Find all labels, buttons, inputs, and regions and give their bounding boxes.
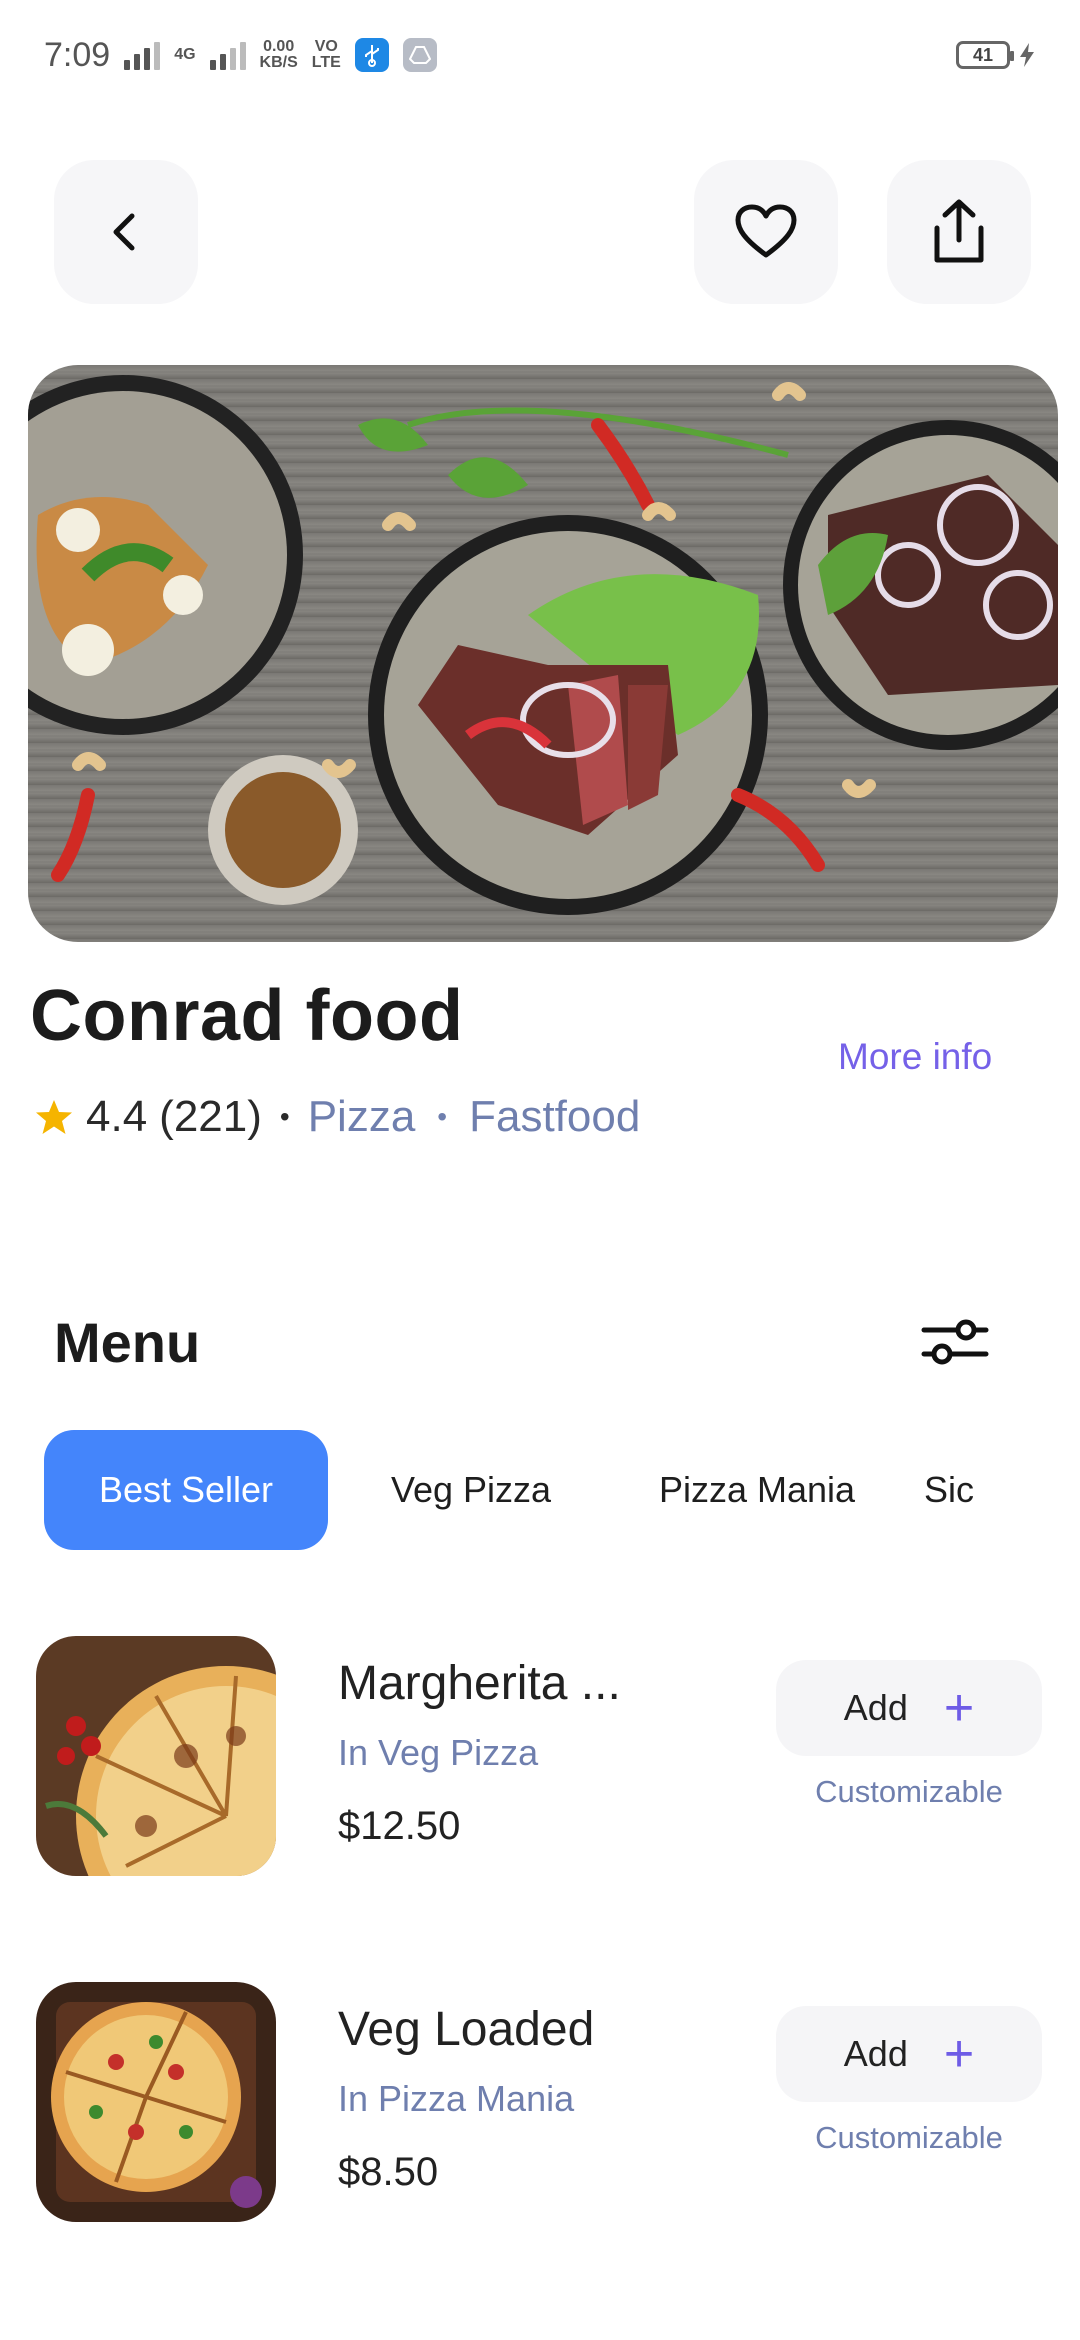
review-count: (221) [159, 1092, 262, 1141]
item-image-veg-loaded [36, 1982, 276, 2222]
item-category: In Veg Pizza [338, 1732, 539, 1773]
restaurant-hero-image [28, 365, 1058, 942]
more-info-link[interactable]: More info [838, 1036, 992, 1078]
favorite-button[interactable] [694, 160, 838, 304]
tab-sides[interactable]: Sic [900, 1430, 1080, 1550]
share-icon [934, 199, 984, 263]
item-price: $8.50 [338, 2150, 439, 2194]
meta-separator: • [279, 1101, 290, 1132]
heart-icon [735, 204, 797, 258]
tab-veg-pizza[interactable]: Veg Pizza [328, 1430, 614, 1550]
customizable-note: Customizable [815, 1774, 1003, 1809]
plus-icon: + [943, 1679, 975, 1737]
net-speed: 0.00 KB/S [260, 39, 298, 71]
battery-level: 41 [972, 44, 994, 65]
add-button[interactable]: Add + [776, 2006, 1042, 2102]
item-image-margherita [36, 1636, 276, 1876]
plus-icon: + [943, 2025, 975, 2083]
star-icon [36, 1100, 72, 1134]
item-category: In Pizza Mania [338, 2078, 575, 2119]
menu-item[interactable]: Margherita ... In Veg Pizza $12.50 Add +… [0, 1636, 1080, 1886]
item-price: $12.50 [338, 1804, 461, 1848]
net-speed-unit: KB/S [259, 54, 298, 71]
charging-icon [1020, 43, 1034, 67]
item-name: Veg Loaded [338, 2003, 595, 2056]
status-right: 41 [956, 41, 1036, 69]
menu-tabs: Best Seller Veg Pizza Pizza Mania Sic [44, 1430, 1080, 1550]
network-type: 4G [174, 46, 196, 63]
add-button[interactable]: Add + [776, 1660, 1042, 1756]
tag-pizza[interactable]: Pizza [308, 1092, 416, 1142]
filter-button[interactable] [920, 1312, 990, 1372]
volte-indicator: VO LTE [312, 39, 341, 71]
drive-icon [402, 38, 437, 72]
net-speed-value: 0.00 [263, 38, 295, 55]
chevron-left-icon [113, 213, 135, 251]
usb-icon [354, 38, 389, 72]
signal-icon-2 [209, 40, 246, 70]
tab-best-seller[interactable]: Best Seller [44, 1430, 328, 1550]
volte-top: VO [314, 38, 338, 55]
tag-fastfood[interactable]: Fastfood [469, 1092, 640, 1142]
customizable-note: Customizable [815, 2120, 1003, 2155]
menu-item[interactable]: Veg Loaded In Pizza Mania $8.50 Add + Cu… [0, 1982, 1080, 2232]
restaurant-name: Conrad food [30, 976, 464, 1056]
rating-value: 4.4 [86, 1092, 148, 1141]
add-label: Add [843, 1687, 908, 1728]
status-time: 7:09 [44, 35, 111, 74]
status-left: 7:09 4G 0.00 KB/S VO LTE [44, 36, 437, 75]
restaurant-meta: 4.4 (221) • Pizza • Fastfood [34, 1092, 640, 1142]
add-label: Add [843, 2033, 908, 2074]
sliders-icon [921, 1319, 989, 1365]
network-4g: 4G [174, 47, 195, 63]
battery-icon: 41 [956, 41, 1014, 69]
item-name: Margherita ... [338, 1657, 621, 1710]
signal-icon [124, 40, 161, 70]
status-bar: 7:09 4G 0.00 KB/S VO LTE 41 [0, 0, 1080, 110]
tab-pizza-mania[interactable]: Pizza Mania [614, 1430, 900, 1550]
share-button[interactable] [887, 160, 1031, 304]
volte-bottom: LTE [311, 54, 341, 71]
back-button[interactable] [54, 160, 198, 304]
tag-separator: • [437, 1101, 448, 1132]
menu-title: Menu [54, 1311, 201, 1374]
